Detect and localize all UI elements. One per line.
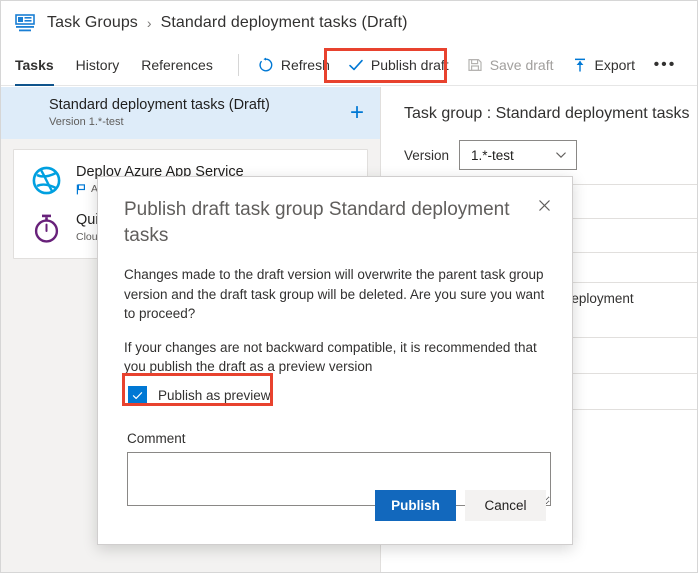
app-window: Task Groups › Standard deployment tasks … (0, 0, 698, 573)
publish-button[interactable]: Publish (375, 490, 456, 521)
cancel-button[interactable]: Cancel (465, 490, 546, 521)
export-label: Export (595, 57, 635, 73)
comment-label: Comment (127, 431, 546, 446)
tab-history[interactable]: History (65, 45, 131, 86)
publish-as-preview-checkbox[interactable] (128, 386, 147, 405)
publish-draft-dialog: Publish draft task group Standard deploy… (97, 176, 573, 545)
more-options-button[interactable]: ••• (650, 50, 680, 80)
task-group-icon (13, 11, 37, 35)
dialog-header: Publish draft task group Standard deploy… (98, 177, 572, 249)
refresh-label: Refresh (281, 57, 330, 73)
task-group-header-texts: Standard deployment tasks (Draft) Versio… (49, 96, 345, 130)
close-icon[interactable] (530, 191, 558, 219)
tab-tasks-label: Tasks (15, 57, 54, 73)
refresh-icon (258, 57, 274, 73)
check-icon (348, 57, 364, 73)
ellipsis-icon: ••• (654, 56, 677, 74)
flag-icon (76, 184, 86, 195)
dialog-actions: Publish Cancel (98, 490, 572, 521)
save-draft-button[interactable]: Save draft (458, 50, 563, 80)
save-icon (467, 57, 483, 73)
chevron-down-icon (555, 149, 567, 161)
tab-tasks[interactable]: Tasks (1, 45, 65, 86)
version-row: Version 1.*-test (404, 140, 698, 170)
dialog-title: Publish draft task group Standard deploy… (124, 197, 522, 249)
azure-app-service-icon (30, 164, 63, 197)
dialog-body: Changes made to the draft version will o… (98, 249, 572, 511)
toolbar-divider (238, 54, 239, 76)
checkmark-icon (131, 389, 144, 402)
stopwatch-icon (30, 212, 63, 245)
tab-history-label: History (76, 57, 120, 73)
export-button[interactable]: Export (563, 50, 644, 80)
save-draft-label: Save draft (490, 57, 554, 73)
publish-draft-button[interactable]: Publish draft (339, 50, 458, 80)
tab-list: Tasks History References (1, 45, 224, 86)
dialog-paragraph-2: If your changes are not backward compati… (124, 338, 546, 377)
export-icon (572, 57, 588, 73)
add-task-button[interactable]: + (345, 101, 369, 125)
page-title: Task group : Standard deployment tasks (404, 103, 698, 125)
publish-as-preview-label: Publish as preview (158, 388, 271, 403)
publish-draft-label: Publish draft (371, 57, 449, 73)
publish-as-preview-row[interactable]: Publish as preview (128, 385, 546, 407)
breadcrumb: Task Groups › Standard deployment tasks … (1, 1, 698, 45)
version-label: Version (404, 148, 449, 163)
task-group-header-row[interactable]: Standard deployment tasks (Draft) Versio… (1, 87, 381, 139)
task-group-version: Version 1.*-test (49, 115, 345, 130)
refresh-button[interactable]: Refresh (249, 50, 339, 80)
breadcrumb-separator: › (147, 15, 152, 31)
version-select-value: 1.*-test (471, 148, 514, 163)
breadcrumb-current: Standard deployment tasks (Draft) (161, 14, 408, 32)
toolbar: Tasks History References Refresh (1, 45, 698, 86)
breadcrumb-root-link[interactable]: Task Groups (47, 14, 138, 32)
dialog-paragraph-1: Changes made to the draft version will o… (124, 265, 546, 324)
task-group-title: Standard deployment tasks (Draft) (49, 96, 345, 114)
tab-references[interactable]: References (130, 45, 224, 86)
tab-references-label: References (141, 57, 213, 73)
version-select[interactable]: 1.*-test (459, 140, 577, 170)
